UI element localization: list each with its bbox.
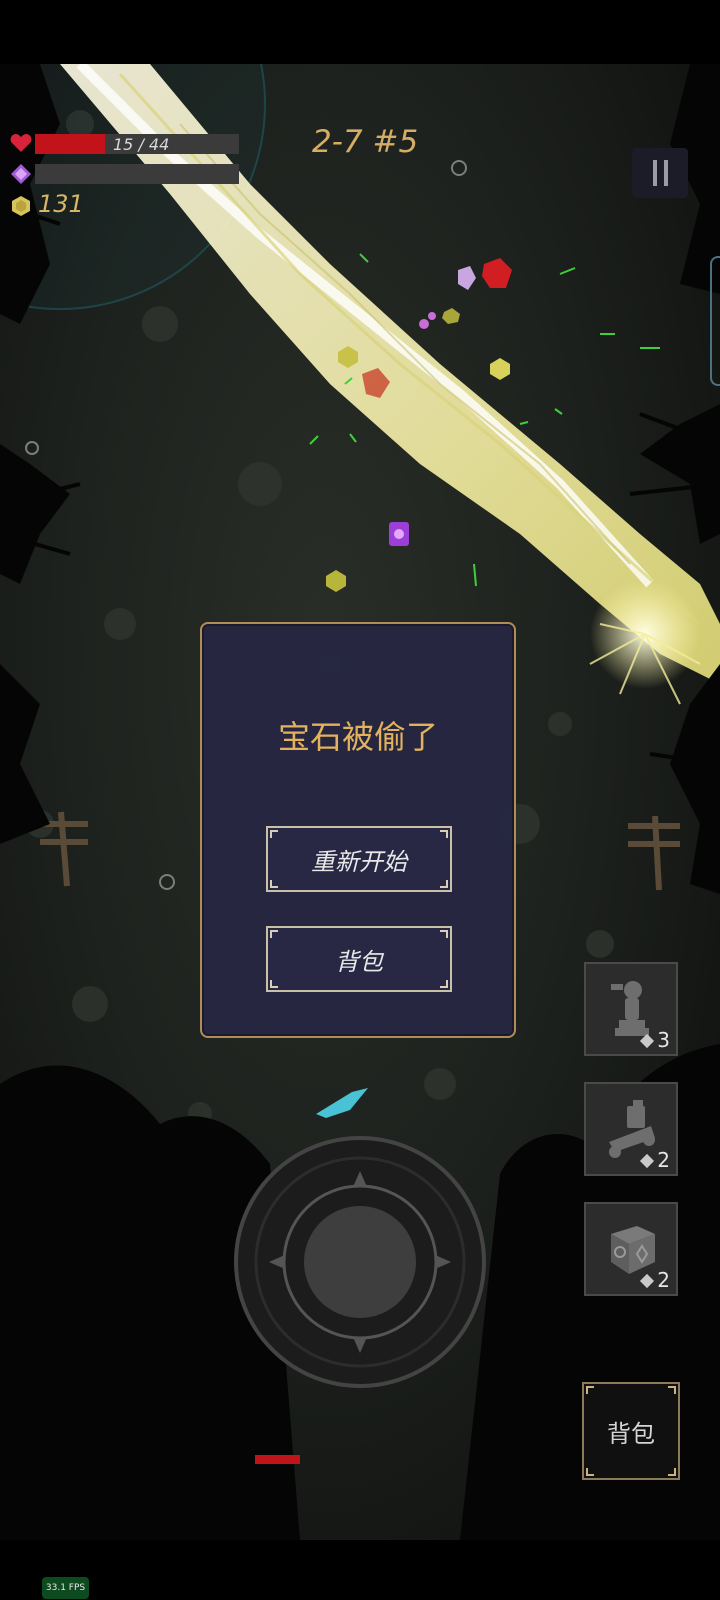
health-bar: 15 / 44: [35, 134, 239, 154]
pause-button[interactable]: [632, 148, 688, 198]
health-text: 15 / 44: [113, 135, 170, 154]
side-panel-tab[interactable]: [710, 256, 720, 386]
game-over-dialog: 宝石被偷了 重新开始 背包: [200, 622, 516, 1038]
dialog-title: 宝石被偷了: [277, 718, 438, 756]
health-bar-fill: [35, 134, 105, 154]
virtual-joystick[interactable]: [233, 1135, 487, 1389]
mana-bar: [35, 164, 239, 184]
item-count: 2: [657, 1268, 670, 1292]
dialog-bag-button-label: 背包: [335, 947, 383, 976]
bag-button-label: 背包: [607, 1419, 655, 1448]
restart-button-label: 重新开始: [311, 847, 407, 876]
level-indicator: 2-7 #5: [312, 124, 419, 160]
turret-statue-icon: [611, 981, 649, 1036]
item-slot-cube[interactable]: 2: [584, 1202, 678, 1296]
mana-crystal-icon: [11, 164, 31, 184]
item-count: 3: [657, 1028, 670, 1052]
item-slot-turret[interactable]: 3: [584, 962, 678, 1056]
bag-button[interactable]: 背包: [582, 1382, 680, 1480]
pause-icon-bar: [663, 160, 668, 186]
siege-cart-icon: [609, 1100, 655, 1158]
coin-count: 131: [38, 190, 84, 218]
restart-button[interactable]: 重新开始: [266, 826, 452, 892]
status-indicator: [255, 1455, 300, 1464]
rune-cube-icon: [611, 1226, 655, 1274]
fps-counter: 33.1 FPS: [42, 1577, 89, 1599]
item-slot-cart[interactable]: 2: [584, 1082, 678, 1176]
coin-icon: [12, 196, 30, 216]
item-count: 2: [657, 1148, 670, 1172]
dialog-bag-button[interactable]: 背包: [266, 926, 452, 992]
pause-icon: [652, 160, 657, 186]
heart-icon: [10, 134, 32, 152]
